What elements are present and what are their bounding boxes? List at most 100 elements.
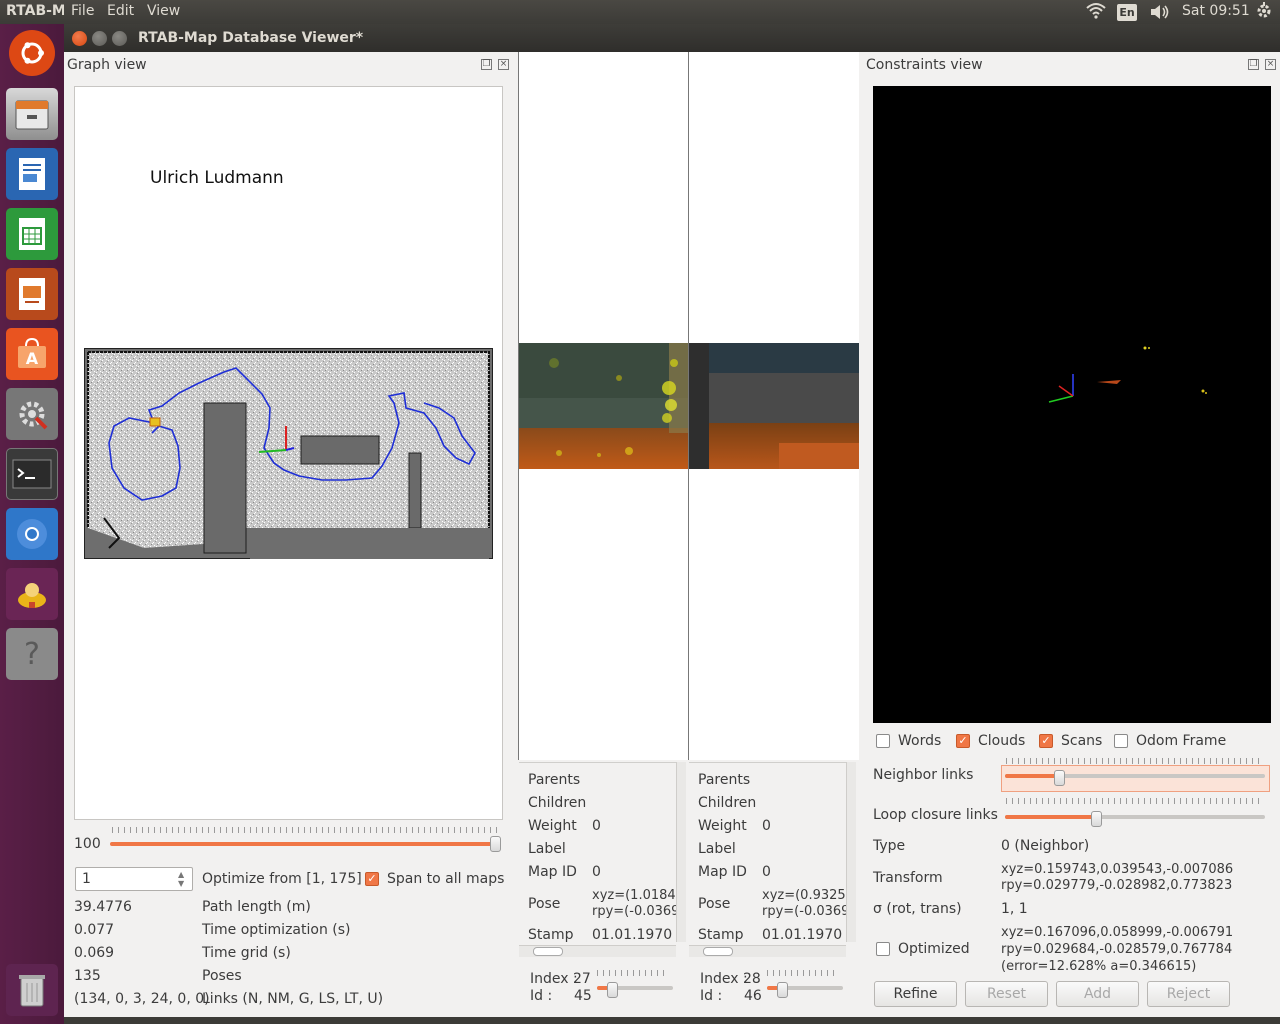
graph-overlay-text: Ulrich Ludmann (150, 168, 284, 188)
gear-icon[interactable] (1255, 2, 1273, 24)
neighbor-links-handle[interactable] (1054, 770, 1065, 786)
graph-slider-handle[interactable] (490, 836, 501, 852)
image-a-hscroll[interactable] (519, 945, 676, 957)
reject-button[interactable]: Reject (1147, 981, 1230, 1007)
scans-checkbox[interactable]: ✓ (1039, 734, 1053, 748)
optimize-from-label: Optimize from [1, 175] (202, 871, 362, 887)
image-view-a[interactable] (518, 52, 689, 760)
graph-slider-track[interactable] (110, 842, 500, 846)
weight-key: Weight (528, 818, 577, 834)
index-a-slider-ticks (597, 970, 669, 976)
links-value: (134, 0, 3, 24, 0, 0) (74, 991, 210, 1007)
help-icon[interactable]: ? (6, 628, 58, 680)
time-grid-label: Time grid (s) (202, 945, 291, 961)
children-key: Children (698, 795, 757, 811)
weight-value: 0 (762, 818, 771, 834)
terminal-icon[interactable] (6, 448, 58, 500)
refine-button[interactable]: Refine (874, 981, 957, 1007)
graph-slider-ticks (112, 827, 498, 833)
stamp-key: Stamp (528, 927, 574, 942)
optimized-xyz: xyz=0.167096,0.058999,-0.006791 (1001, 925, 1234, 940)
close-icon[interactable] (72, 31, 87, 46)
trash-icon[interactable] (6, 964, 58, 1016)
transform-xyz: xyz=0.159743,0.039543,-0.007086 (1001, 862, 1234, 877)
wifi-icon[interactable] (1085, 2, 1107, 24)
words-checkbox[interactable] (876, 734, 890, 748)
active-app-name: RTAB-Map (6, 3, 64, 19)
type-key: Type (873, 838, 906, 854)
volume-icon[interactable] (1149, 3, 1171, 25)
transform-key: Transform (873, 870, 943, 886)
children-key: Children (528, 795, 587, 811)
optimize-from-value[interactable]: 1 (82, 871, 91, 887)
writer-icon[interactable] (6, 148, 58, 200)
add-button[interactable]: Add (1056, 981, 1139, 1007)
keyboard-layout-indicator[interactable]: En (1117, 4, 1137, 21)
index-a-value: 27 (573, 971, 591, 987)
sigma-value: 1, 1 (1001, 901, 1028, 917)
software-center-icon[interactable]: A (6, 328, 58, 380)
menu-file[interactable]: File (71, 3, 94, 19)
neighbor-links-label: Neighbor links (873, 767, 974, 783)
constraints-cloud (1048, 346, 1207, 403)
span-to-all-maps-checkbox[interactable]: ✓ (365, 872, 379, 886)
optimized-error: (error=12.628% a=0.346615) (1001, 959, 1197, 974)
transform-rpy: rpy=0.029779,-0.028982,0.773823 (1001, 878, 1233, 893)
neighbor-links-slider-frame[interactable] (1001, 765, 1270, 792)
minimize-icon[interactable] (92, 31, 107, 46)
clock[interactable]: Sat 09:51 (1182, 3, 1250, 19)
system-settings-icon[interactable] (6, 388, 58, 440)
top-panel: RTAB-Map File Edit View En Sat 09:51 (0, 0, 1280, 24)
id-a-label: Id : (530, 988, 553, 1004)
pose-rpy: rpy=(-0.0369 (762, 904, 846, 919)
pose-rpy: rpy=(-0.0369 (592, 904, 676, 919)
image-b-vscroll[interactable] (846, 762, 857, 942)
menu-view[interactable]: View (147, 3, 180, 19)
constraints-3d-view[interactable] (873, 86, 1271, 723)
sigma-key: σ (rot, trans) (873, 901, 962, 917)
index-b-slider-handle[interactable] (777, 982, 788, 998)
genie-icon[interactable] (6, 568, 58, 620)
window-titlebar[interactable]: RTAB-Map Database Viewer* (64, 24, 1280, 52)
loop-closure-handle[interactable] (1091, 811, 1102, 827)
reset-button[interactable]: Reset (965, 981, 1048, 1007)
optimized-checkbox[interactable] (876, 942, 890, 956)
occupancy-grid-map (84, 348, 493, 559)
index-b-label: Index : (700, 971, 748, 987)
loop-closure-ticks (1006, 798, 1264, 804)
label-key: Label (698, 841, 736, 857)
image-view-b[interactable] (688, 52, 859, 760)
stamp-value: 01.01.1970 0 (762, 927, 846, 942)
image-b-hscroll[interactable] (689, 945, 846, 957)
graph-canvas[interactable]: Ulrich Ludmann (74, 86, 503, 820)
image-a-vscroll[interactable] (676, 762, 687, 942)
stamp-key: Stamp (698, 927, 744, 942)
graph-view-close-icon[interactable]: × (498, 59, 509, 70)
odom-frame-checkbox[interactable] (1114, 734, 1128, 748)
chromium-icon[interactable] (6, 508, 58, 560)
time-optimization-value: 0.077 (74, 922, 115, 938)
files-icon[interactable] (6, 88, 58, 140)
svg-text:A: A (26, 349, 39, 368)
graph-view-float-icon[interactable]: ❐ (481, 59, 492, 70)
index-a-slider-handle[interactable] (607, 982, 618, 998)
constraints-view-close-icon[interactable]: × (1265, 59, 1276, 70)
camera-image-a (519, 343, 689, 469)
words-label: Words (898, 733, 942, 749)
impress-icon[interactable] (6, 268, 58, 320)
maximize-icon[interactable] (112, 31, 127, 46)
image-a-hscroll-thumb[interactable] (533, 947, 563, 956)
ubuntu-logo-icon[interactable] (9, 30, 55, 76)
loop-closure-fill (1005, 815, 1098, 819)
calc-icon[interactable] (6, 208, 58, 260)
menu-edit[interactable]: Edit (107, 3, 134, 19)
optimize-from-spinbox[interactable]: 1 ▲ ▼ (75, 867, 193, 891)
optimized-rpy: rpy=0.029684,-0.028579,0.767784 (1001, 942, 1233, 957)
index-b-slider-ticks (767, 970, 839, 976)
spinbox-arrows-icon[interactable]: ▲ ▼ (178, 870, 184, 888)
pose-xyz: xyz=(0.9325 (762, 888, 846, 903)
constraints-view-float-icon[interactable]: ❐ (1248, 59, 1259, 70)
clouds-checkbox[interactable]: ✓ (956, 734, 970, 748)
graph-view-title: Graph view (67, 57, 147, 73)
image-b-hscroll-thumb[interactable] (703, 947, 733, 956)
